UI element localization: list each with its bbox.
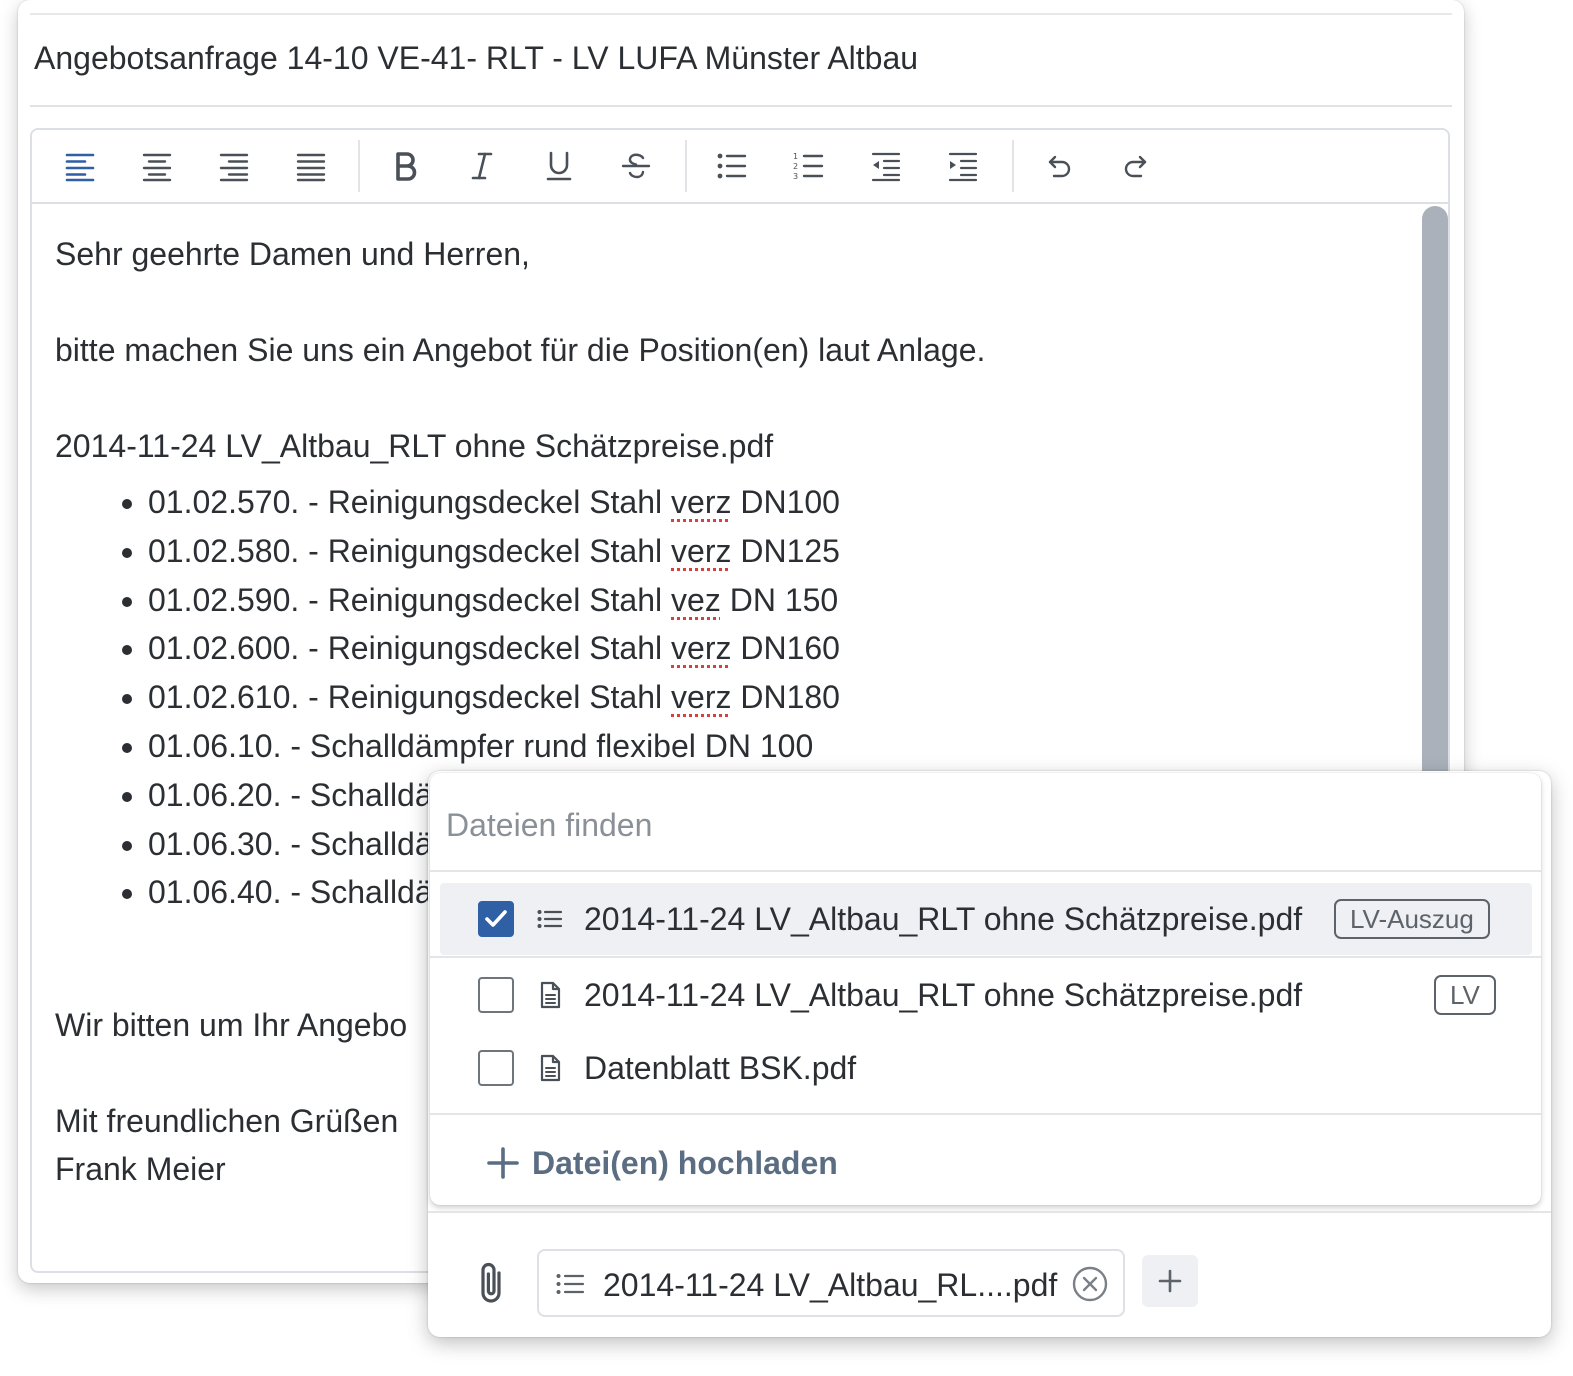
subject-divider [30,105,1452,107]
list-item: 01.02.610. - Reinigungsdeckel Stahl verz… [148,673,1422,722]
redo-button[interactable] [1111,142,1161,190]
undo-icon [1048,155,1071,178]
file-checkbox-checked[interactable] [478,901,514,937]
list-item: 01.06.10. - Schalldämpfer rund flexibel … [148,722,1422,771]
file-row[interactable]: 2014-11-24 LV_Altbau_RLT ohne Schätzprei… [440,959,1532,1031]
file-type-badge: LV-Auszug [1334,899,1490,939]
file-name: 2014-11-24 LV_Altbau_RLT ohne Schätzprei… [584,977,1303,1013]
toolbar-separator [358,140,360,192]
file-checkbox[interactable] [478,977,514,1013]
svg-text:1: 1 [793,152,798,161]
italic-icon [471,152,493,180]
row-divider [430,1113,1541,1115]
file-heading-text: 2014-11-24 LV_Altbau_RLT ohne Schätzprei… [55,428,774,464]
bullet-list-icon [717,153,747,179]
align-justify-icon [296,153,326,182]
spelling-error: vez [671,581,721,618]
underline-icon [546,151,572,181]
search-divider [430,870,1541,872]
plus-icon [487,1147,519,1179]
upload-files-button[interactable]: Datei(en) hochladen [486,1141,838,1185]
list-item: 01.02.580. - Reinigungsdeckel Stahl verz… [148,527,1422,576]
remove-attachment-icon[interactable] [1071,1265,1109,1303]
file-checkbox[interactable] [478,1050,514,1086]
outdent-button[interactable] [861,142,911,190]
list-icon [537,910,563,928]
align-center-button[interactable] [132,142,182,190]
indent-icon [948,152,978,182]
spelling-error: verz [671,679,732,716]
greeting-text: Sehr geehrte Damen und Herren, [55,236,530,272]
attachment-name: 2014-11-24 LV_Altbau_RL....pdf [603,1267,1058,1303]
request-text: bitte machen Sie uns ein Angebot für die… [55,332,986,368]
bullet-list-button[interactable] [707,142,757,190]
underline-button[interactable] [534,142,584,190]
spelling-error: verz [671,630,732,667]
spelling-error: verz [671,532,732,569]
top-divider [30,13,1452,15]
file-name: Datenblatt BSK.pdf [584,1050,857,1086]
align-left-button[interactable] [55,142,105,190]
list-item: 01.02.570. - Reinigungsdeckel Stahl verz… [148,478,1422,527]
file-row[interactable]: Datenblatt BSK.pdf [440,1032,1532,1104]
toolbar-separator [685,140,687,192]
align-left-icon [65,153,95,182]
bold-icon [396,152,417,181]
file-type-badge: LV [1434,975,1496,1015]
svg-text:2: 2 [793,162,798,171]
bold-button[interactable] [380,142,430,190]
file-picker-dropdown: 2014-11-24 LV_Altbau_RLT ohne Schätzprei… [430,773,1541,1205]
attachment-panel: 2014-11-24 LV_Altbau_RLT ohne Schätzprei… [428,771,1551,1337]
paperclip-icon [481,1262,501,1303]
strikethrough-button[interactable] [611,142,661,190]
strikethrough-icon [621,153,651,179]
formatting-toolbar: 123 [32,130,1448,204]
attachment-bar-divider [428,1211,1551,1213]
checkmark-icon [485,910,507,927]
outdent-icon [871,152,901,182]
toolbar-separator [1012,140,1014,192]
file-search-input[interactable] [444,793,1504,857]
upload-files-label: Datei(en) hochladen [532,1144,838,1181]
indent-button[interactable] [938,142,988,190]
numbered-list-button[interactable]: 123 [784,142,834,190]
align-right-button[interactable] [209,142,259,190]
file-name: 2014-11-24 LV_Altbau_RLT ohne Schätzprei… [584,901,1303,937]
attachment-chip[interactable]: 2014-11-24 LV_Altbau_RL....pdf [537,1249,1125,1317]
numbered-list-icon: 123 [793,152,824,181]
subject-line[interactable]: Angebotsanfrage 14-10 VE-41- RLT - LV LU… [34,40,918,77]
list-item: 01.02.590. - Reinigungsdeckel Stahl vez … [148,576,1422,625]
add-attachment-button[interactable] [1142,1255,1198,1307]
align-justify-button[interactable] [286,142,336,190]
file-row-selected[interactable]: 2014-11-24 LV_Altbau_RLT ohne Schätzprei… [440,883,1532,955]
spelling-error: verz [671,484,732,520]
document-icon [540,1054,561,1082]
list-icon [556,1274,585,1294]
align-right-icon [219,153,249,182]
row-divider [430,956,1541,958]
redo-icon [1124,155,1147,178]
align-center-icon [142,153,172,182]
plus-icon [1158,1269,1182,1293]
undo-button[interactable] [1034,142,1084,190]
svg-text:3: 3 [793,172,798,181]
list-item: 01.02.600. - Reinigungsdeckel Stahl verz… [148,624,1422,673]
document-icon [540,981,561,1009]
italic-button[interactable] [457,142,507,190]
